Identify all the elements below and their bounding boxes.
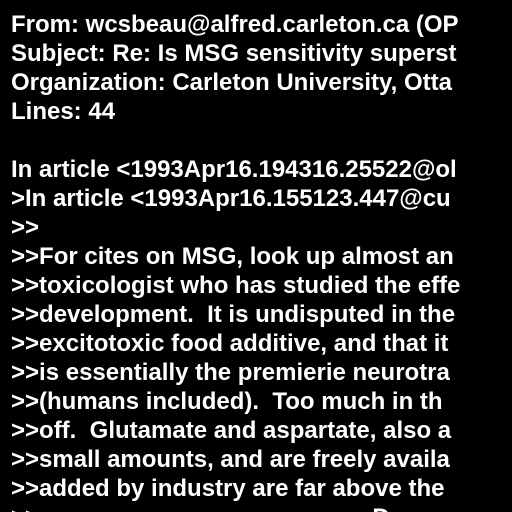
body-line: >>toxicologist who has studied the effe — [11, 272, 461, 299]
body-line: >>For cites on MSG, look up almost an — [11, 243, 454, 270]
body-line: >> — [11, 214, 40, 241]
body-line: >>development. It is undisputed in the — [11, 301, 456, 328]
email-message-view: From: wcsbeau@alfred.carleton.ca (OP Sub… — [0, 0, 512, 512]
body-line: >In article <1993Apr16.155123.447@cu — [11, 185, 451, 212]
body-line: >>off. Glutamate and aspartate, also a — [11, 417, 452, 444]
body-line: >>added by industry are far above the — [11, 475, 445, 502]
body-line: In article <1993Apr16.194316.25522@ol — [11, 156, 457, 183]
body-line: >>(humans included). Too much in th — [11, 388, 443, 415]
header-from: From: wcsbeau@alfred.carleton.ca (OP — [11, 11, 459, 38]
body-line: >>excitotoxic food additive, and that it — [11, 330, 449, 357]
body-line: >>small amounts, and are freely availa — [11, 446, 450, 473]
header-organization: Organization: Carleton University, Otta — [11, 69, 452, 96]
header-subject: Subject: Re: Is MSG sensitivity superst — [11, 40, 457, 67]
body-line-partial: >> D — [11, 503, 390, 512]
body-line: >>is essentially the premierie neurotra — [11, 359, 450, 386]
header-lines: Lines: 44 — [11, 98, 116, 125]
